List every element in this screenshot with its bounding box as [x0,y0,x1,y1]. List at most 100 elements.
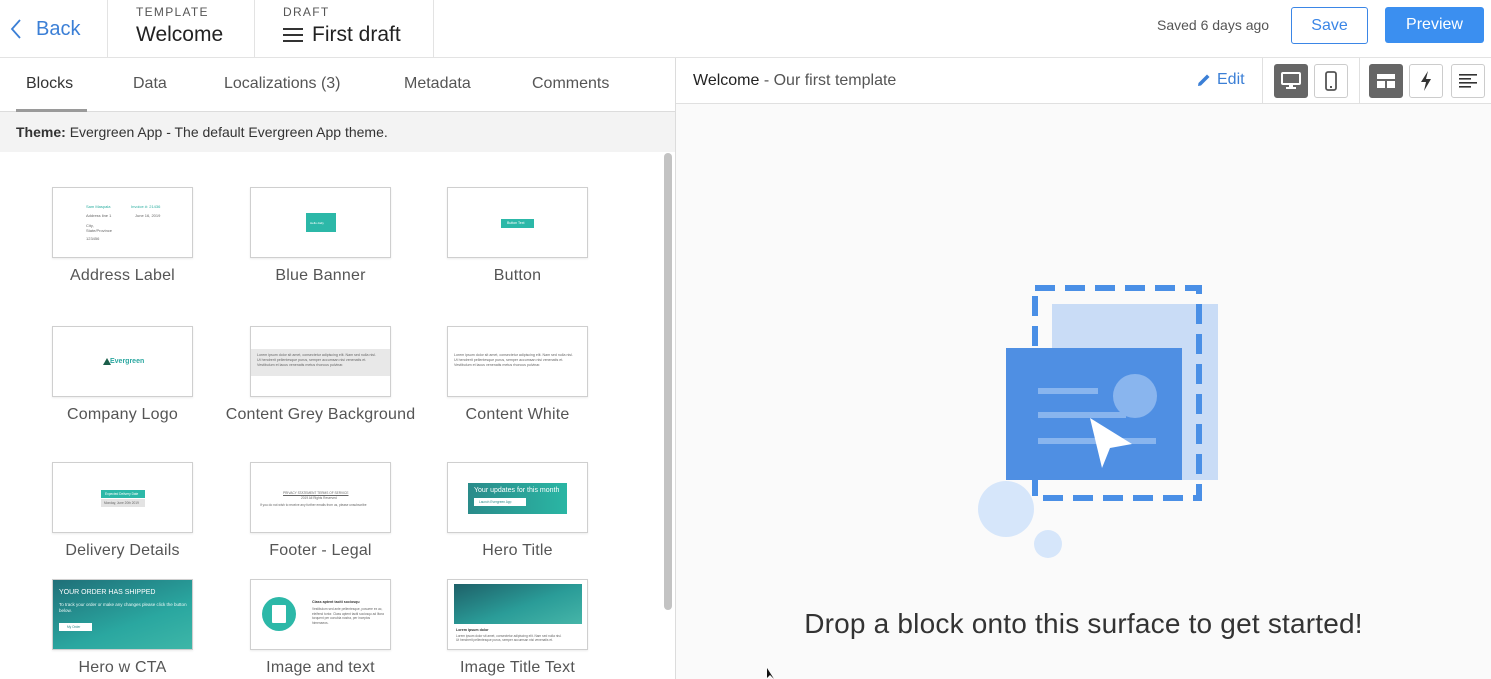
block-thumbnail: Evergreen [52,326,193,397]
thumb-text: YOUR ORDER HAS SHIPPED [59,589,156,596]
blocks-scrollbar-thumb[interactable] [664,153,672,610]
thumb-text: My Order [67,625,81,629]
edit-button[interactable]: Edit [1197,71,1245,89]
theme-label: Theme: [16,124,66,140]
block-thumbnail: Lorem ipsum dolor sit amet, consectetur … [447,326,588,397]
block-address-label[interactable]: Sam Maspala Invoice #: 21436 Address lin… [52,187,193,284]
block-label: Blue Banner [275,267,366,284]
thumb-text: Hello daily [310,221,324,225]
theme-bar: Theme: Evergreen App - The default Everg… [0,112,675,152]
preview-template-subtitle: Our first template [773,72,897,89]
thumb-text: Launch Evergreen App [479,500,512,504]
mobile-icon [1325,71,1337,91]
panel-tabs: Blocks Data Localizations (3) Metadata C… [0,58,675,112]
pencil-icon [1198,74,1210,86]
block-thumbnail: Expected Delivery Date Monday, June 20th… [52,462,193,533]
block-label: Content Grey Background [225,406,416,423]
chevron-left-icon [10,19,21,39]
layout-view-button[interactable] [1369,64,1403,98]
thumb-text: Invoice #: 21436 [131,204,161,209]
back-button[interactable]: Back [0,0,108,58]
text-align-button[interactable] [1451,64,1485,98]
thumb-text: Ut hendrerit pellentesque purus, semper … [456,638,553,642]
mobile-view-button[interactable] [1314,64,1348,98]
block-label: Company Logo [67,406,178,423]
align-left-icon [1459,74,1477,88]
block-label: Image Title Text [460,659,575,676]
thumb-text: 2019 All Rights Reserved [301,496,337,500]
tab-comments[interactable]: Comments [532,75,609,93]
thumb-text: Vestibulum et lacus venenatis metus rhon… [257,363,344,367]
thumb-text: If you do not wish to receive any furthe… [260,503,367,507]
document-icon [272,605,286,623]
drop-block-illustration [978,285,1218,558]
block-thumbnail: PRIVACY STATEMENT TERMS OF SERVICE 2019 … [250,462,391,533]
block-label: Hero w CTA [78,659,167,676]
preview-toolbar: Welcome - Our first template Edit [676,58,1491,104]
template-selector[interactable]: TEMPLATE Welcome [108,0,255,58]
block-label: Button [493,267,542,284]
toolbar-divider [1262,58,1263,104]
save-button[interactable]: Save [1291,7,1368,44]
block-thumbnail: Lorem ipsum dolor Lorem ipsum dolor sit … [447,579,588,650]
template-caption: TEMPLATE [136,5,209,19]
block-thumbnail: Your updates for this month Launch Everg… [447,462,588,533]
layout-icon [1377,74,1395,88]
block-thumbnail: YOUR ORDER HAS SHIPPED To track your ord… [52,579,193,650]
empty-drop-message: Drop a block onto this surface to get st… [804,608,1363,639]
thumb-text: Address line 1 [86,213,112,218]
block-blue-banner[interactable]: Hello daily Blue Banner [250,187,391,284]
theme-value: Evergreen App - The default Evergreen Ap… [69,124,388,140]
draft-selector[interactable]: DRAFT First draft [255,0,434,58]
draft-caption: DRAFT [283,5,330,19]
block-label: Content White [465,406,570,423]
thumb-text: Expected Delivery Date [105,492,139,496]
thumb-text: Vestibulum sed ante pellentesque, posuer… [312,607,384,625]
tab-localizations[interactable]: Localizations (3) [224,75,341,93]
thumb-logo-text: Evergreen [110,358,145,365]
preview-button[interactable]: Preview [1385,7,1484,43]
block-content-grey-background[interactable]: Lorem ipsum dolor sit amet, consectetur … [226,326,415,423]
block-image-title-text[interactable]: Lorem ipsum dolor Lorem ipsum dolor sit … [447,579,588,676]
block-image-and-text[interactable]: Class aptent taciti sociosqu Vestibulum … [250,579,391,676]
mouse-pointer-icon [767,668,774,679]
thumb-text: Your updates for this month [474,487,560,494]
lightning-icon [1421,71,1431,91]
block-delivery-details[interactable]: Expected Delivery Date Monday, June 20th… [52,462,193,559]
thumb-text: 123456 [86,236,100,241]
block-thumbnail: Button Text [447,187,588,258]
dynamic-content-button[interactable] [1409,64,1443,98]
thumb-text: Monday, June 20th 2019 [104,501,139,505]
block-hero-w-cta[interactable]: YOUR ORDER HAS SHIPPED To track your ord… [52,579,193,676]
preview-panel: Welcome - Our first template Edit Drop a… [676,58,1491,679]
block-thumbnail: Class aptent taciti sociosqu Vestibulum … [250,579,391,650]
tab-data[interactable]: Data [133,75,167,93]
preview-template-name: Welcome [693,72,760,89]
block-footer-legal[interactable]: PRIVACY STATEMENT TERMS OF SERVICE 2019 … [250,462,391,559]
preview-title: Welcome - Our first template [693,72,896,90]
block-company-logo[interactable]: Evergreen Company Logo [52,326,193,423]
top-header: Back TEMPLATE Welcome DRAFT First draft … [0,0,1491,58]
template-name: Welcome [136,23,224,46]
saved-status: Saved 6 days ago [1157,17,1270,33]
left-panel: Blocks Data Localizations (3) Metadata C… [0,58,676,679]
block-label: Footer - Legal [269,542,372,559]
thumb-text: Button Text [507,221,525,225]
block-label: Address Label [70,267,175,284]
block-label: Delivery Details [65,542,180,559]
block-content-white[interactable]: Lorem ipsum dolor sit amet, consectetur … [447,326,588,423]
block-label: Image and text [266,659,375,676]
block-button[interactable]: Button Text Button [447,187,588,284]
blocks-grid: Sam Maspala Invoice #: 21436 Address lin… [0,152,660,679]
title-separator: - [759,72,774,89]
desktop-icon [1281,72,1301,89]
block-label: Hero Title [482,542,553,559]
thumb-text: Class aptent taciti sociosqu [312,600,360,604]
tab-blocks[interactable]: Blocks [26,75,73,93]
thumb-text: Lorem ipsum dolor [456,628,489,632]
block-thumbnail: Hello daily [250,187,391,258]
desktop-view-button[interactable] [1274,64,1308,98]
tab-metadata[interactable]: Metadata [404,75,471,93]
block-hero-title[interactable]: Your updates for this month Launch Everg… [447,462,588,559]
block-thumbnail: Lorem ipsum dolor sit amet, consectetur … [250,326,391,397]
